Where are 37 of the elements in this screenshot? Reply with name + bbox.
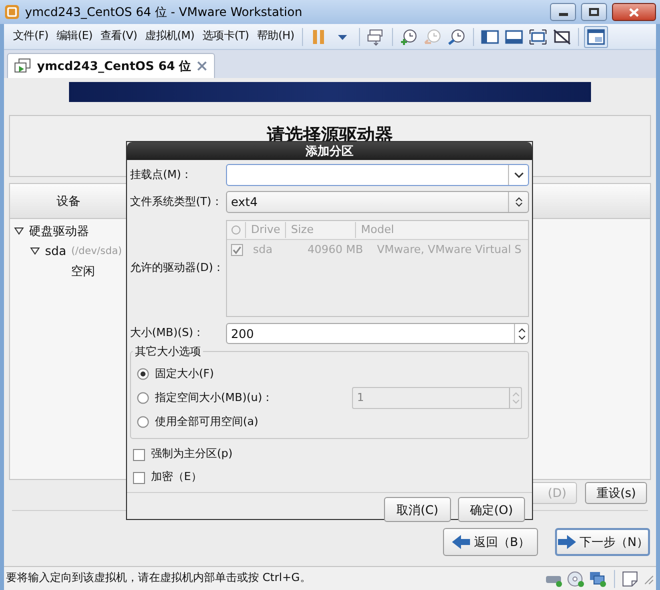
column-header: Model <box>355 222 400 238</box>
tree-item[interactable]: 空闲 <box>71 262 95 280</box>
dialog-title: 添加分区 <box>306 143 354 160</box>
menu-item[interactable]: 选项卡(T) <box>199 27 252 46</box>
column-header: Size <box>285 222 355 238</box>
option-label[interactable]: 指定空间大小(MB)(u)： <box>155 390 274 406</box>
checkbox-label[interactable]: 强制为主分区(p) <box>151 446 233 463</box>
vm-tab[interactable]: ymcd243_CentOS 64 位 <box>7 53 216 78</box>
tree-item[interactable]: 硬盘驱动器 <box>29 222 89 240</box>
back-button[interactable]: 返回（B） <box>443 528 538 556</box>
size-spinbox[interactable]: 200 <box>226 323 529 344</box>
reset-button[interactable]: 重设(s) <box>585 482 647 504</box>
cancel-button[interactable]: 取消(C) <box>384 497 451 522</box>
field-label: 大小(MB)(S)： <box>130 325 206 342</box>
column-header: Drive <box>245 222 285 238</box>
next-button[interactable]: 下一步（N） <box>555 528 650 556</box>
device-path: (/dev/sda) <box>71 244 122 258</box>
status-text: 要将输入定向到该虚拟机，请在虚拟机内部单击或按 Ctrl+G。 <box>6 570 312 586</box>
field-label: 文件系统类型(T)： <box>130 194 224 210</box>
menu-item[interactable]: 查看(V) <box>97 27 140 46</box>
tree-item[interactable]: sda <box>45 242 66 260</box>
table-cell-text: 40960 MB <box>306 242 364 258</box>
menu-item[interactable]: 编辑(E) <box>53 27 96 46</box>
option-label[interactable]: 使用全部可用空间(a) <box>155 414 258 430</box>
field-label: 允许的驱动器(D)： <box>130 260 226 276</box>
ok-button[interactable]: 确定(O) <box>458 497 525 522</box>
option-label[interactable]: 固定大小(F) <box>155 366 214 382</box>
menu-item[interactable]: 文件(F) <box>10 27 52 46</box>
table-cell-text: sda <box>252 242 274 258</box>
window-title: ymcd243_CentOS 64 位 - VMware Workstation <box>25 4 304 21</box>
menu-item[interactable]: 帮助(H) <box>254 27 298 46</box>
filesystem-dropdown[interactable]: ext4 <box>226 191 529 213</box>
column-header: 设备 <box>56 193 80 210</box>
menu-item[interactable]: 虚拟机(M) <box>142 27 198 46</box>
table-cell-text: VMware, VMware Virtual S <box>376 242 522 258</box>
field-label: 挂载点(M)： <box>130 166 194 183</box>
checkbox-label[interactable]: 加密（E） <box>151 469 202 486</box>
